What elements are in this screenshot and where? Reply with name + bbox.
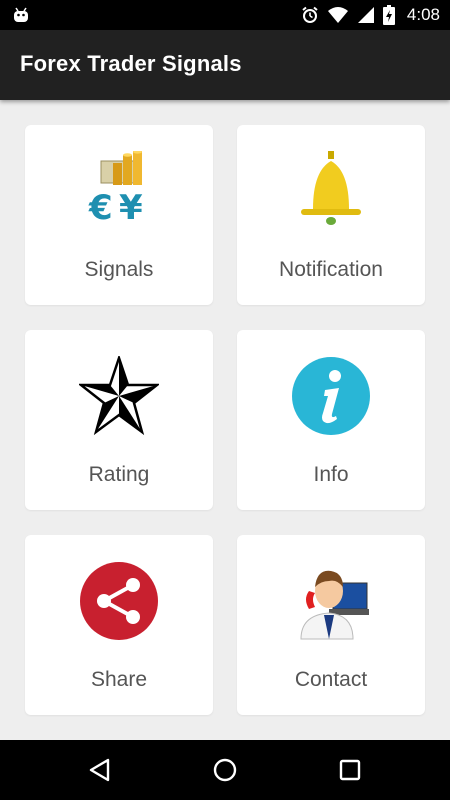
- signals-tile[interactable]: € ¥ Signals: [25, 125, 213, 305]
- status-time: 4:08: [406, 5, 440, 24]
- info-tile[interactable]: Info: [237, 330, 425, 510]
- info-label: Info: [313, 463, 349, 486]
- status-bar: 4:08: [0, 0, 450, 30]
- app-bar: Forex Trader Signals: [0, 30, 450, 100]
- notification-label: Notification: [279, 258, 383, 281]
- back-icon[interactable]: [86, 756, 114, 784]
- star-icon: [79, 356, 159, 436]
- navigation-bar: [0, 740, 450, 800]
- home-icon[interactable]: [211, 756, 239, 784]
- alarm-icon: [302, 6, 318, 23]
- share-icon: [80, 562, 158, 640]
- signals-label: Signals: [84, 258, 154, 281]
- android-notification-icon: [14, 7, 28, 22]
- recents-icon[interactable]: [336, 756, 364, 784]
- share-label: Share: [90, 668, 148, 691]
- svg-text:¥: ¥: [119, 188, 143, 228]
- contact-tile[interactable]: Contact: [237, 535, 425, 715]
- wifi-icon: [327, 7, 348, 23]
- currency-coins-icon: € ¥: [88, 151, 143, 228]
- rating-tile[interactable]: Rating: [25, 330, 213, 510]
- contact-label: Contact: [294, 668, 368, 691]
- bell-icon: [301, 151, 361, 225]
- signal-icon: [357, 7, 374, 23]
- svg-text:€: €: [88, 188, 113, 228]
- notification-tile[interactable]: Notification: [237, 125, 425, 305]
- menu-grid: € ¥ Signals Notification Rating Info Sha…: [0, 100, 450, 740]
- app-title: Forex Trader Signals: [20, 51, 242, 76]
- rating-label: Rating: [88, 463, 150, 486]
- share-tile[interactable]: Share: [25, 535, 213, 715]
- info-icon: [292, 357, 370, 435]
- contact-person-icon: [300, 570, 369, 640]
- battery-charging-icon: [382, 5, 395, 25]
